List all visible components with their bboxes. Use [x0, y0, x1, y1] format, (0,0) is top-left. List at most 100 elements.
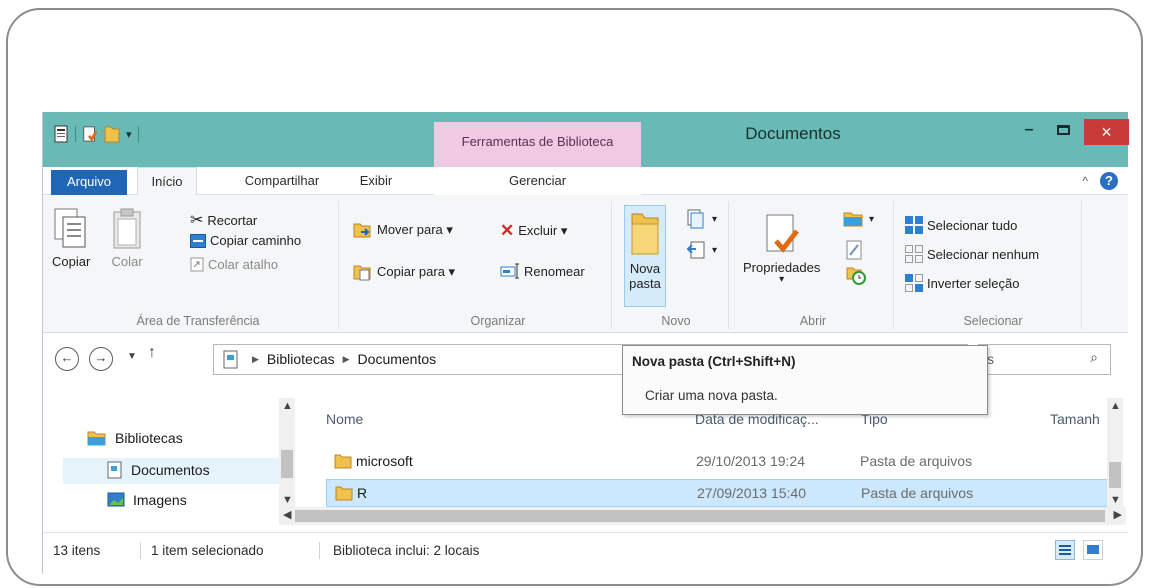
tab-manage[interactable]: Gerenciar — [434, 167, 641, 195]
copy-path-icon — [190, 233, 206, 248]
scroll-up-arrow-icon[interactable]: ▲ — [1110, 400, 1121, 412]
new-folder-icon — [631, 213, 659, 255]
horizontal-scroll-thumb[interactable] — [295, 510, 1105, 522]
copy-to-label: Copiar para ▾ — [377, 264, 456, 279]
nav-item-documents[interactable]: Documentos — [107, 461, 210, 479]
back-button[interactable]: ← — [55, 347, 79, 371]
open-button[interactable]: ▾ — [843, 209, 874, 229]
minimize-button[interactable]: – — [1018, 119, 1040, 145]
document-check-quick-icon[interactable] — [82, 125, 98, 143]
column-header-name[interactable]: Nome — [326, 411, 363, 427]
easy-access-icon — [686, 241, 705, 259]
file-name: microsoft — [356, 453, 413, 469]
column-header-size[interactable]: Tamanh — [1050, 411, 1100, 427]
details-view-button[interactable] — [1055, 540, 1075, 560]
file-row[interactable]: microsoft 29/10/2013 19:24 Pasta de arqu… — [326, 448, 1116, 476]
properties-button[interactable]: Propriedades ▾ — [743, 213, 820, 285]
select-all-button[interactable]: Selecionar tudo — [905, 216, 1017, 234]
rename-icon — [500, 263, 519, 279]
invert-selection-label: Inverter seleção — [927, 275, 1020, 291]
libraries-icon — [87, 431, 106, 446]
history-button[interactable] — [846, 265, 866, 285]
select-group-label: Selecionar — [963, 314, 1023, 328]
copy-button[interactable]: Copiar — [52, 207, 90, 269]
move-to-label: Mover para ▾ — [377, 222, 453, 237]
tab-home[interactable]: Início — [137, 167, 197, 196]
ribbon-tab-row: Arquivo Início Compartilhar Exibir Geren… — [43, 167, 1128, 196]
large-icons-view-icon — [1087, 545, 1099, 554]
tab-view[interactable]: Exibir — [346, 167, 406, 195]
scroll-down-arrow-icon[interactable]: ▼ — [1110, 494, 1121, 506]
breadcrumb-libraries[interactable]: Bibliotecas — [267, 351, 335, 367]
cut-button[interactable]: ✂ Recortar — [190, 210, 257, 230]
qat-separator — [75, 126, 76, 142]
nav-item-documents-label: Documentos — [131, 462, 210, 478]
edit-button[interactable] — [846, 240, 864, 260]
new-folder-button[interactable]: Nova pasta — [624, 205, 666, 307]
file-date: 29/10/2013 19:24 — [696, 453, 805, 469]
rename-button[interactable]: Renomear — [500, 263, 585, 279]
file-list-scrollbar[interactable]: ▲ ▼ — [1107, 398, 1123, 510]
scroll-right-arrow-icon[interactable]: ▶ — [1114, 508, 1122, 521]
selected-count: 1 item selecionado — [151, 543, 264, 558]
select-all-icon — [905, 216, 923, 234]
copy-to-button[interactable]: Copiar para ▾ — [353, 263, 455, 281]
help-icon[interactable]: ? — [1100, 172, 1118, 190]
up-button[interactable]: ↑ — [148, 344, 156, 362]
paste-shortcut-button[interactable]: Colar atalho — [190, 256, 278, 272]
move-to-button[interactable]: Mover para ▾ — [353, 221, 453, 239]
delete-x-icon: ✕ — [500, 221, 515, 240]
quick-access-toolbar: ▾ — [53, 123, 139, 145]
delete-button[interactable]: ✕ Excluir ▾ — [500, 221, 567, 241]
breadcrumb-documents[interactable]: Documentos — [358, 351, 437, 367]
file-row-selected[interactable]: R 27/09/2013 15:40 Pasta de arquivos — [326, 479, 1116, 507]
file-date: 27/09/2013 15:40 — [697, 485, 806, 501]
nav-item-images[interactable]: Imagens — [107, 492, 187, 508]
tab-share[interactable]: Compartilhar — [227, 167, 337, 195]
delete-label: Excluir ▾ — [518, 223, 568, 238]
maximize-button[interactable] — [1050, 119, 1076, 145]
close-button[interactable]: × — [1084, 119, 1129, 145]
scroll-left-arrow-icon[interactable]: ◀ — [283, 508, 291, 521]
search-icon: ⌕ — [1090, 349, 1098, 365]
properties-quick-icon[interactable] — [53, 125, 69, 143]
recent-locations-icon[interactable]: ▼ — [127, 351, 137, 362]
horizontal-scrollbar[interactable]: ◀ ▶ — [279, 507, 1126, 525]
open-folder-icon — [843, 212, 863, 227]
screenshot-frame: ▾ Ferramentas de Biblioteca Documentos –… — [6, 8, 1143, 586]
contextual-tab-label: Ferramentas de Biblioteca — [461, 134, 614, 149]
tooltip-description: Criar uma nova pasta. — [645, 388, 778, 403]
new-item-dropdown-icon: ▾ — [712, 213, 718, 225]
nav-item-images-label: Imagens — [133, 492, 187, 508]
select-none-button[interactable]: Selecionar nenhum — [905, 245, 1039, 263]
navigation-pane: Bibliotecas Documentos Imagens ▲ ▼ — [43, 394, 298, 531]
ribbon-separator — [728, 201, 729, 329]
scroll-down-arrow-icon[interactable]: ▼ — [282, 494, 293, 506]
easy-access-button[interactable]: ▾ — [686, 240, 717, 260]
file-scroll-thumb[interactable] — [1109, 462, 1121, 488]
invert-selection-button[interactable]: Inverter seleção — [905, 274, 1020, 292]
copy-path-button[interactable]: Copiar caminho — [190, 233, 301, 248]
qat-customize-icon[interactable]: ▾ — [126, 128, 132, 141]
new-item-button[interactable]: ▾ — [686, 209, 717, 229]
ribbon-separator — [611, 201, 612, 329]
select-none-label: Selecionar nenhum — [927, 246, 1040, 262]
search-input[interactable]: s ⌕ — [978, 344, 1111, 375]
collapse-ribbon-icon[interactable]: ^ — [1082, 174, 1088, 188]
forward-button[interactable]: → — [89, 347, 113, 371]
status-separator — [140, 542, 141, 559]
paste-button[interactable]: Colar — [111, 207, 143, 269]
tab-file[interactable]: Arquivo — [51, 170, 127, 195]
nav-scroll-thumb[interactable] — [281, 450, 293, 478]
copy-label: Copiar — [52, 254, 91, 269]
new-folder-quick-icon[interactable] — [104, 125, 120, 143]
nav-item-libraries[interactable]: Bibliotecas — [87, 430, 183, 446]
large-icons-view-button[interactable] — [1083, 540, 1103, 560]
scroll-up-arrow-icon[interactable]: ▲ — [282, 400, 293, 412]
rename-label: Renomear — [524, 263, 585, 279]
history-icon — [846, 267, 866, 285]
folder-icon — [334, 454, 352, 469]
nav-pane-scrollbar[interactable]: ▲ ▼ — [279, 398, 295, 510]
status-bar: 13 itens 1 item selecionado Biblioteca i… — [43, 532, 1128, 566]
select-all-label: Selecionar tudo — [927, 217, 1018, 233]
